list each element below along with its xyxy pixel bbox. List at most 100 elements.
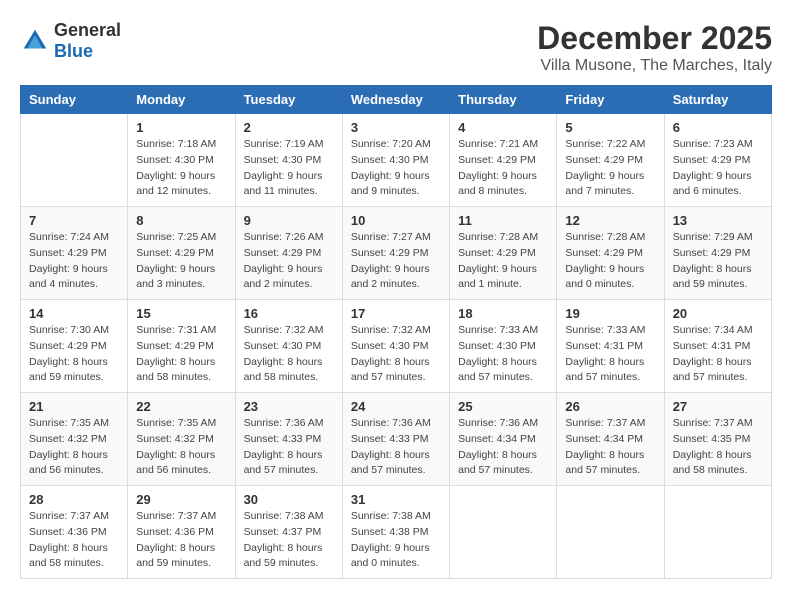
calendar-cell: 13Sunrise: 7:29 AMSunset: 4:29 PMDayligh… bbox=[664, 207, 771, 300]
day-number: 28 bbox=[29, 492, 119, 507]
calendar-cell: 3 Sunrise: 7:20 AMSunset: 4:30 PMDaylight… bbox=[342, 114, 449, 207]
day-number: 19 bbox=[565, 306, 655, 321]
day-number: 11 bbox=[458, 213, 548, 228]
day-info: Sunrise: 7:38 AMSunset: 4:37 PMDaylight:… bbox=[244, 509, 334, 572]
calendar-cell: 24 Sunrise: 7:36 AMSunset: 4:33 PMDayligh… bbox=[342, 393, 449, 486]
day-number: 7 bbox=[29, 213, 119, 228]
calendar-cell bbox=[664, 486, 771, 579]
calendar-cell: 31 Sunrise: 7:38 AMSunset: 4:38 PMDayligh… bbox=[342, 486, 449, 579]
calendar-cell: 25Sunrise: 7:36 AMSunset: 4:34 PMDayligh… bbox=[450, 393, 557, 486]
logo-general-text: General bbox=[54, 20, 121, 40]
day-number: 8 bbox=[136, 213, 226, 228]
calendar-cell: 2Sunrise: 7:19 AMSunset: 4:30 PMDaylight… bbox=[235, 114, 342, 207]
day-info: Sunrise: 7:36 AMSunset: 4:33 PMDaylight:… bbox=[351, 416, 441, 479]
day-number: 14 bbox=[29, 306, 119, 321]
day-number: 2 bbox=[244, 120, 334, 135]
day-info: Sunrise: 7:37 AMSunset: 4:34 PMDaylight:… bbox=[565, 416, 655, 479]
day-number: 18 bbox=[458, 306, 548, 321]
day-info: Sunrise: 7:30 AMSunset: 4:29 PMDaylight:… bbox=[29, 323, 119, 386]
calendar-cell: 11 Sunrise: 7:28 AMSunset: 4:29 PMDayligh… bbox=[450, 207, 557, 300]
day-number: 27 bbox=[673, 399, 763, 414]
month-title: December 2025 bbox=[537, 20, 772, 57]
calendar-cell: 7Sunrise: 7:24 AMSunset: 4:29 PMDaylight… bbox=[21, 207, 128, 300]
week-row-4: 28 Sunrise: 7:37 AMSunset: 4:36 PMDayligh… bbox=[21, 486, 772, 579]
calendar-cell: 27 Sunrise: 7:37 AMSunset: 4:35 PMDayligh… bbox=[664, 393, 771, 486]
calendar-cell: 18 Sunrise: 7:33 AMSunset: 4:30 PMDayligh… bbox=[450, 300, 557, 393]
week-row-0: 1 Sunrise: 7:18 AMSunset: 4:30 PMDaylight… bbox=[21, 114, 772, 207]
day-number: 4 bbox=[458, 120, 548, 135]
day-number: 31 bbox=[351, 492, 441, 507]
header-day-friday: Friday bbox=[557, 86, 664, 114]
day-info: Sunrise: 7:21 AMSunset: 4:29 PMDaylight:… bbox=[458, 137, 548, 200]
day-info: Sunrise: 7:18 AMSunset: 4:30 PMDaylight:… bbox=[136, 137, 226, 200]
week-row-2: 14 Sunrise: 7:30 AMSunset: 4:29 PMDayligh… bbox=[21, 300, 772, 393]
calendar-cell: 29Sunrise: 7:37 AMSunset: 4:36 PMDayligh… bbox=[128, 486, 235, 579]
day-number: 17 bbox=[351, 306, 441, 321]
calendar-cell: 15 Sunrise: 7:31 AMSunset: 4:29 PMDayligh… bbox=[128, 300, 235, 393]
day-info: Sunrise: 7:25 AMSunset: 4:29 PMDaylight:… bbox=[136, 230, 226, 293]
header-day-wednesday: Wednesday bbox=[342, 86, 449, 114]
day-number: 30 bbox=[244, 492, 334, 507]
calendar-cell: 28 Sunrise: 7:37 AMSunset: 4:36 PMDayligh… bbox=[21, 486, 128, 579]
day-number: 20 bbox=[673, 306, 763, 321]
calendar-cell bbox=[450, 486, 557, 579]
header: General Blue December 2025 Villa Musone,… bbox=[20, 20, 772, 75]
header-day-tuesday: Tuesday bbox=[235, 86, 342, 114]
day-number: 1 bbox=[136, 120, 226, 135]
title-area: December 2025 Villa Musone, The Marches,… bbox=[537, 20, 772, 75]
day-info: Sunrise: 7:35 AMSunset: 4:32 PMDaylight:… bbox=[29, 416, 119, 479]
header-row: SundayMondayTuesdayWednesdayThursdayFrid… bbox=[21, 86, 772, 114]
day-info: Sunrise: 7:28 AMSunset: 4:29 PMDaylight:… bbox=[565, 230, 655, 293]
day-info: Sunrise: 7:37 AMSunset: 4:36 PMDaylight:… bbox=[29, 509, 119, 572]
day-number: 3 bbox=[351, 120, 441, 135]
calendar-cell: 8 Sunrise: 7:25 AMSunset: 4:29 PMDaylight… bbox=[128, 207, 235, 300]
day-number: 23 bbox=[244, 399, 334, 414]
day-number: 16 bbox=[244, 306, 334, 321]
day-info: Sunrise: 7:26 AMSunset: 4:29 PMDaylight:… bbox=[244, 230, 334, 293]
location-title: Villa Musone, The Marches, Italy bbox=[537, 57, 772, 75]
day-info: Sunrise: 7:31 AMSunset: 4:29 PMDaylight:… bbox=[136, 323, 226, 386]
header-day-sunday: Sunday bbox=[21, 86, 128, 114]
day-info: Sunrise: 7:20 AMSunset: 4:30 PMDaylight:… bbox=[351, 137, 441, 200]
header-day-thursday: Thursday bbox=[450, 86, 557, 114]
day-number: 21 bbox=[29, 399, 119, 414]
day-info: Sunrise: 7:29 AMSunset: 4:29 PMDaylight:… bbox=[673, 230, 763, 293]
calendar-cell: 6 Sunrise: 7:23 AMSunset: 4:29 PMDaylight… bbox=[664, 114, 771, 207]
logo: General Blue bbox=[20, 20, 121, 62]
calendar-cell: 16Sunrise: 7:32 AMSunset: 4:30 PMDayligh… bbox=[235, 300, 342, 393]
day-number: 5 bbox=[565, 120, 655, 135]
day-info: Sunrise: 7:23 AMSunset: 4:29 PMDaylight:… bbox=[673, 137, 763, 200]
calendar-cell: 9 Sunrise: 7:26 AMSunset: 4:29 PMDaylight… bbox=[235, 207, 342, 300]
calendar-cell: 30 Sunrise: 7:38 AMSunset: 4:37 PMDayligh… bbox=[235, 486, 342, 579]
day-number: 22 bbox=[136, 399, 226, 414]
calendar-cell: 12 Sunrise: 7:28 AMSunset: 4:29 PMDayligh… bbox=[557, 207, 664, 300]
day-number: 12 bbox=[565, 213, 655, 228]
week-row-1: 7Sunrise: 7:24 AMSunset: 4:29 PMDaylight… bbox=[21, 207, 772, 300]
week-row-3: 21 Sunrise: 7:35 AMSunset: 4:32 PMDayligh… bbox=[21, 393, 772, 486]
day-number: 24 bbox=[351, 399, 441, 414]
calendar-cell: 14 Sunrise: 7:30 AMSunset: 4:29 PMDayligh… bbox=[21, 300, 128, 393]
calendar-cell: 5Sunrise: 7:22 AMSunset: 4:29 PMDaylight… bbox=[557, 114, 664, 207]
day-number: 10 bbox=[351, 213, 441, 228]
day-info: Sunrise: 7:34 AMSunset: 4:31 PMDaylight:… bbox=[673, 323, 763, 386]
calendar-cell bbox=[21, 114, 128, 207]
header-day-monday: Monday bbox=[128, 86, 235, 114]
day-info: Sunrise: 7:36 AMSunset: 4:33 PMDaylight:… bbox=[244, 416, 334, 479]
calendar-cell bbox=[557, 486, 664, 579]
day-info: Sunrise: 7:37 AMSunset: 4:35 PMDaylight:… bbox=[673, 416, 763, 479]
day-number: 6 bbox=[673, 120, 763, 135]
day-number: 25 bbox=[458, 399, 548, 414]
day-info: Sunrise: 7:38 AMSunset: 4:38 PMDaylight:… bbox=[351, 509, 441, 572]
header-day-saturday: Saturday bbox=[664, 86, 771, 114]
calendar-table: SundayMondayTuesdayWednesdayThursdayFrid… bbox=[20, 85, 772, 579]
day-info: Sunrise: 7:32 AMSunset: 4:30 PMDaylight:… bbox=[351, 323, 441, 386]
day-number: 9 bbox=[244, 213, 334, 228]
day-info: Sunrise: 7:28 AMSunset: 4:29 PMDaylight:… bbox=[458, 230, 548, 293]
day-info: Sunrise: 7:33 AMSunset: 4:30 PMDaylight:… bbox=[458, 323, 548, 386]
calendar-cell: 26Sunrise: 7:37 AMSunset: 4:34 PMDayligh… bbox=[557, 393, 664, 486]
calendar-cell: 21 Sunrise: 7:35 AMSunset: 4:32 PMDayligh… bbox=[21, 393, 128, 486]
day-number: 15 bbox=[136, 306, 226, 321]
calendar-cell: 1 Sunrise: 7:18 AMSunset: 4:30 PMDaylight… bbox=[128, 114, 235, 207]
day-number: 29 bbox=[136, 492, 226, 507]
calendar-cell: 17 Sunrise: 7:32 AMSunset: 4:30 PMDayligh… bbox=[342, 300, 449, 393]
